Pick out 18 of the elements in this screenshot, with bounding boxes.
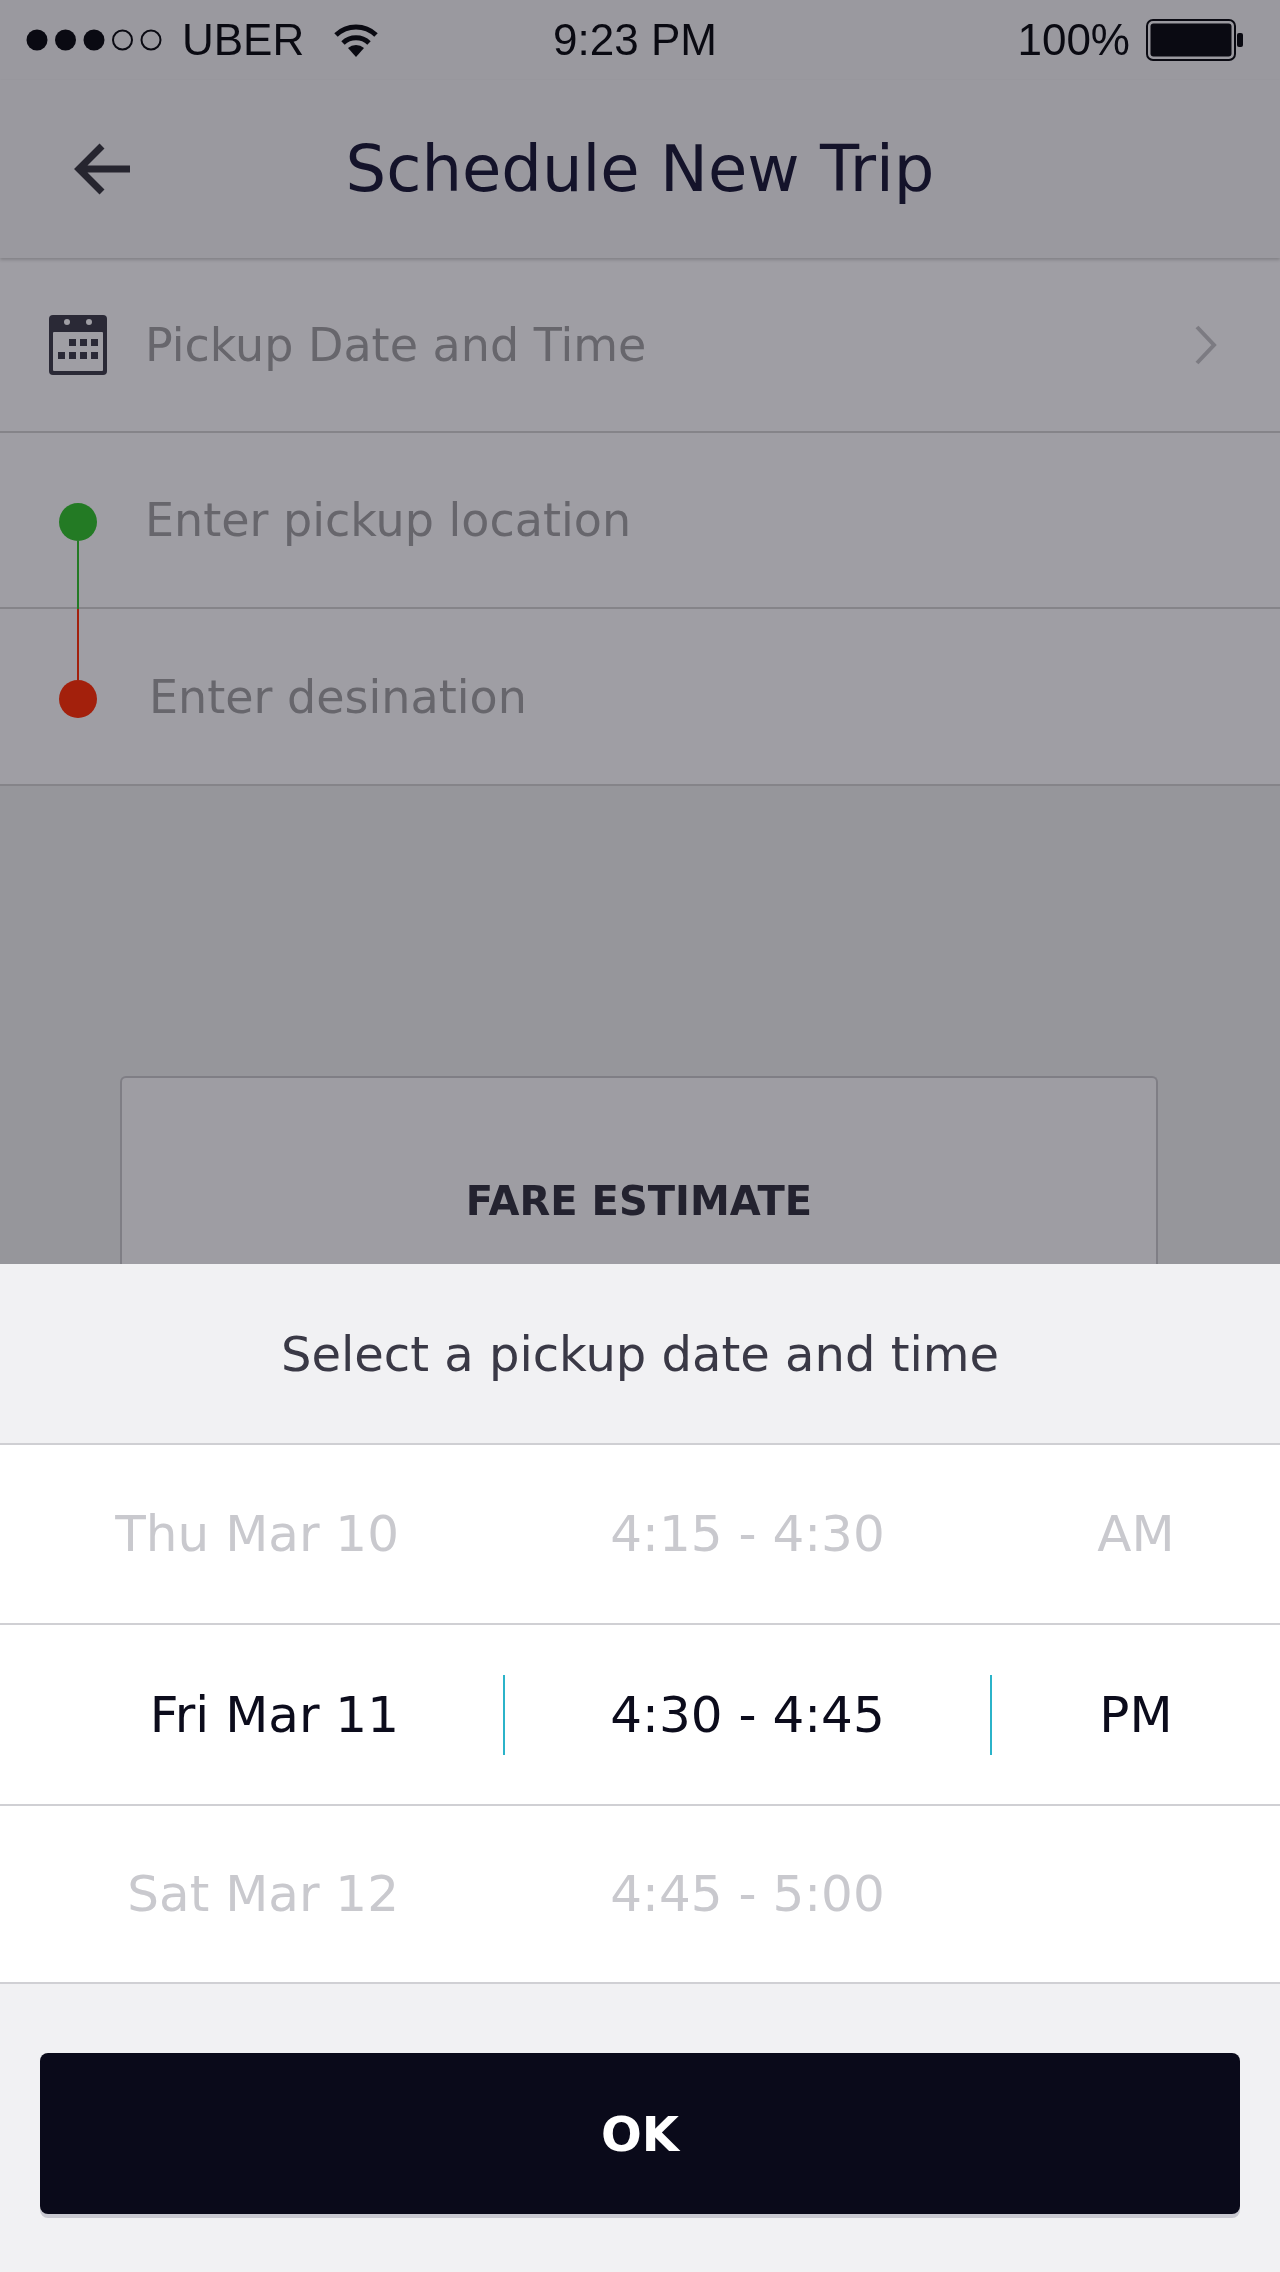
battery-icon [1146,19,1244,61]
picker-title: Select a pickup date and time [280,1325,1000,1382]
carrier-name: UBER [182,15,305,65]
fare-estimate-button[interactable]: FARE ESTIMATE [120,1076,1158,1264]
time-option[interactable]: 4:30 - 4:45 [610,1685,885,1744]
date-option[interactable]: Fri Mar 11 [149,1685,399,1744]
back-arrow-icon [72,142,132,196]
destination-field[interactable]: Enter desination [149,646,1229,747]
period-option[interactable]: PM [1099,1685,1173,1744]
screen-title: Schedule New Trip [345,132,935,206]
chevron-right-icon [1194,323,1218,366]
pickup-dot-icon [59,503,97,541]
battery-percentage: 100% [1017,15,1130,65]
status-time: 9:23 PM [553,15,717,65]
destination-dot-icon [59,680,97,718]
signal-icon [26,28,162,52]
calendar-icon [48,313,108,376]
pickup-location-field[interactable]: Enter pickup location [145,470,1225,570]
